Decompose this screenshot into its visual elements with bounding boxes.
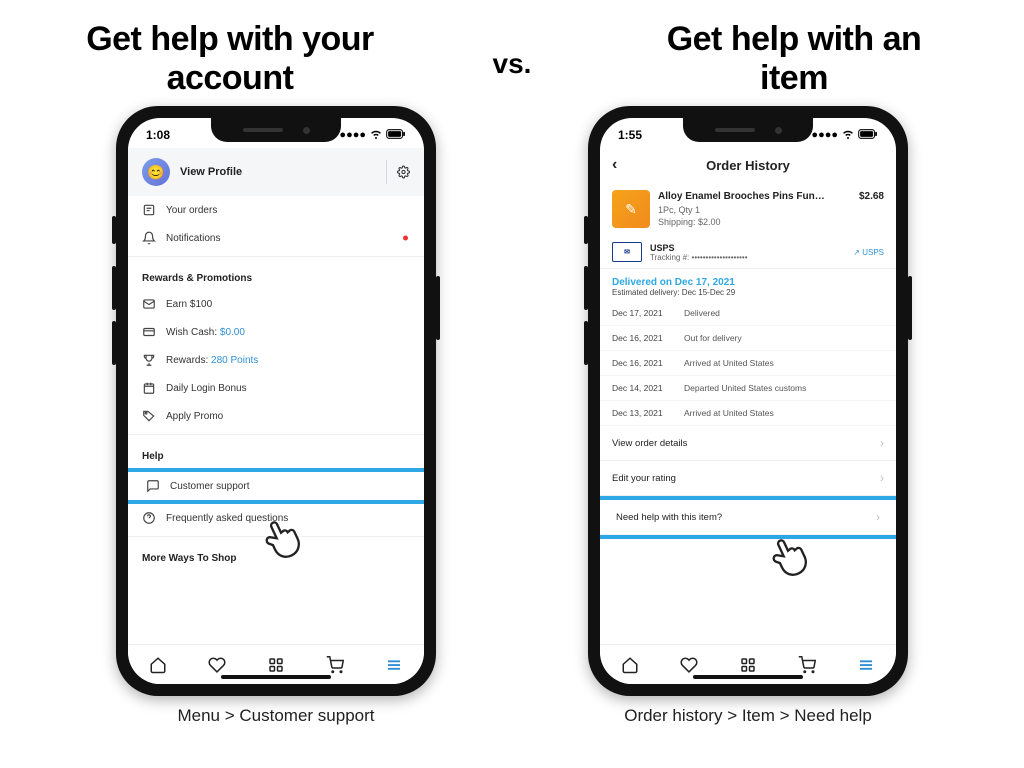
highlight-need-help: Need help with this item? › [600, 496, 896, 539]
product-qty: 1Pc, Qty 1 [658, 204, 884, 216]
caption-left: Menu > Customer support [177, 706, 374, 726]
nav-favorites[interactable] [208, 656, 226, 674]
delivered-date: Delivered on Dec 17, 2021 [612, 277, 884, 288]
avatar[interactable]: 😊 [142, 158, 170, 186]
shipping-block[interactable]: ✉ USPS Tracking #: •••••••••••••••••••• … [600, 236, 896, 269]
menu-label: Rewards: 280 Points [166, 355, 258, 366]
carrier-label: USPS [650, 243, 748, 253]
estimated-delivery: Estimated delivery: Dec 15-Dec 29 [612, 288, 884, 297]
trophy-icon [142, 353, 156, 367]
nav-cart[interactable] [798, 656, 816, 674]
product-price: $2.68 [859, 190, 884, 204]
profile-header[interactable]: 😊 View Profile [128, 148, 424, 196]
nav-categories[interactable] [739, 656, 757, 674]
menu-customer-support[interactable]: Customer support [128, 472, 424, 500]
order-item[interactable]: ✎ Alloy Enamel Brooches Pins Fun… $2.68 … [600, 182, 896, 236]
menu-label: Your orders [166, 205, 217, 216]
nav-home[interactable] [149, 656, 167, 674]
calendar-icon [142, 381, 156, 395]
status-time: 1:55 [618, 128, 642, 142]
action-label: Need help with this item? [616, 512, 722, 523]
tracking-event: Dec 16, 2021Out for delivery [600, 326, 896, 351]
menu-label: Frequently asked questions [166, 513, 288, 524]
phone-left: 1:08 ●●●● 😊 [116, 106, 436, 696]
menu-label: Notifications [166, 233, 220, 244]
menu-label: Daily Login Bonus [166, 383, 247, 394]
menu-faq[interactable]: Frequently asked questions [128, 504, 424, 532]
chevron-right-icon: › [880, 471, 884, 485]
chevron-right-icon: › [880, 436, 884, 450]
section-more: More Ways To Shop [128, 541, 424, 570]
action-label: Edit your rating [612, 473, 676, 484]
menu-label: Earn $100 [166, 299, 212, 310]
caption-right: Order history > Item > Need help [624, 706, 872, 726]
menu-earn[interactable]: Earn $100 [128, 290, 424, 318]
heading-left: Get help with your account [80, 20, 380, 98]
product-thumbnail: ✎ [612, 190, 650, 228]
action-label: View order details [612, 438, 687, 449]
nav-home[interactable] [621, 656, 639, 674]
usps-link[interactable]: ↗ USPS [853, 248, 884, 257]
product-title: Alloy Enamel Brooches Pins Fun… [658, 190, 825, 204]
menu-notifications[interactable]: Notifications [128, 224, 424, 252]
battery-icon [858, 129, 878, 142]
menu-wish-cash[interactable]: Wish Cash: $0.00 [128, 318, 424, 346]
action-edit-rating[interactable]: Edit your rating › [600, 461, 896, 496]
tracking-event: Dec 16, 2021Arrived at United States [600, 351, 896, 376]
bell-icon [142, 231, 156, 245]
menu-label: Wish Cash: $0.00 [166, 327, 245, 338]
nav-menu[interactable] [385, 656, 403, 674]
page-title: Order History [706, 158, 790, 173]
signal-icon: ●●●● [811, 129, 838, 141]
highlight-customer-support: Customer support [128, 468, 424, 504]
heading-right: Get help with an item [644, 20, 944, 98]
nav-favorites[interactable] [680, 656, 698, 674]
orders-icon [142, 203, 156, 217]
tracking-number: Tracking #: •••••••••••••••••••• [650, 253, 748, 262]
menu-label: Customer support [170, 481, 249, 492]
section-rewards: Rewards & Promotions [128, 261, 424, 290]
tracking-event: Dec 14, 2021Departed United States custo… [600, 376, 896, 401]
tracking-event: Dec 13, 2021Arrived at United States [600, 401, 896, 426]
phone-right: 1:55 ●●●● ‹ Order History ✎ [588, 106, 908, 696]
menu-label: Apply Promo [166, 411, 223, 422]
usps-logo: ✉ [612, 242, 642, 262]
back-button[interactable]: ‹ [612, 156, 617, 174]
mail-icon [142, 297, 156, 311]
section-help: Help [128, 439, 424, 468]
notification-badge [403, 236, 408, 241]
chevron-right-icon: › [876, 510, 880, 524]
view-profile-label: View Profile [180, 166, 242, 178]
nav-cart[interactable] [326, 656, 344, 674]
help-icon [142, 511, 156, 525]
menu-daily-login[interactable]: Daily Login Bonus [128, 374, 424, 402]
gear-icon [397, 165, 410, 179]
signal-icon: ●●●● [339, 129, 366, 141]
menu-rewards[interactable]: Rewards: 280 Points [128, 346, 424, 374]
nav-menu[interactable] [857, 656, 875, 674]
tracking-event: Dec 17, 2021Delivered [600, 301, 896, 326]
menu-your-orders[interactable]: Your orders [128, 196, 424, 224]
status-time: 1:08 [146, 128, 170, 142]
titlebar: ‹ Order History [600, 148, 896, 182]
menu-apply-promo[interactable]: Apply Promo [128, 402, 424, 430]
action-need-help[interactable]: Need help with this item? › [600, 500, 896, 535]
nav-categories[interactable] [267, 656, 285, 674]
vs-label: vs. [493, 38, 532, 80]
action-view-details[interactable]: View order details › [600, 426, 896, 461]
tag-icon [142, 409, 156, 423]
battery-icon [386, 129, 406, 142]
wifi-icon [370, 128, 382, 143]
card-icon [142, 325, 156, 339]
product-shipping: Shipping: $2.00 [658, 216, 884, 228]
chat-icon [146, 479, 160, 493]
settings-button[interactable] [386, 160, 410, 184]
wifi-icon [842, 128, 854, 143]
